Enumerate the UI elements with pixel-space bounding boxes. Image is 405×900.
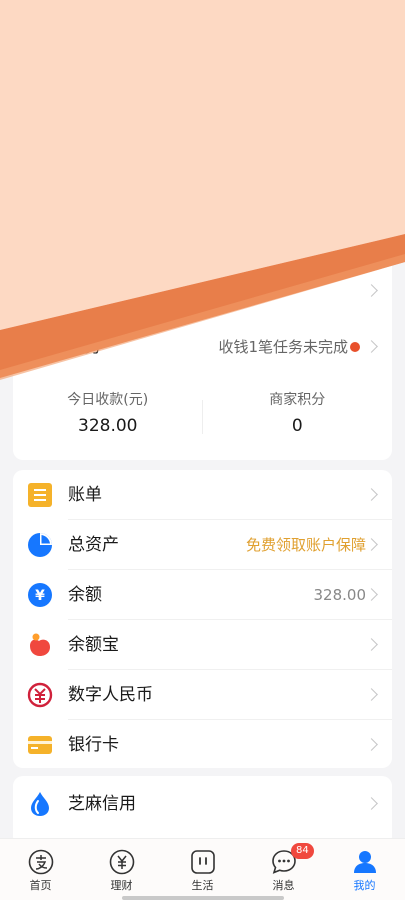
tab-label: 理财: [110, 879, 133, 892]
home-indicator[interactable]: [122, 896, 284, 900]
bottom-tab-bar: 首页 理财 生活 84 消息 我的: [0, 838, 405, 900]
menu-item-balance[interactable]: ¥ 余额 328.00: [13, 570, 392, 620]
menu-item-bill[interactable]: 账单: [13, 470, 392, 520]
tab-profile[interactable]: 我的: [324, 839, 405, 895]
menu-item-bank-card[interactable]: 银行卡: [13, 720, 392, 770]
merchant-service-title: 商家服务: [33, 337, 101, 357]
sesame-credit-icon: [31, 792, 49, 816]
menu-item-label: 银行卡: [68, 735, 119, 755]
menu-item-yuebao[interactable]: 余额宝: [13, 620, 392, 670]
tab-home[interactable]: 首页: [0, 839, 81, 895]
tab-label: 生活: [191, 879, 214, 892]
tab-label: 我的: [353, 879, 376, 892]
menu-item-label: 账单: [68, 485, 102, 505]
tab-label: 首页: [29, 879, 52, 892]
chevron-right-icon: [365, 538, 378, 551]
merchant-stats: 今日收款(元) 328.00 商家积分 0: [13, 390, 392, 440]
bank-card-icon: [28, 736, 52, 754]
svg-text:¥: ¥: [35, 588, 45, 604]
pie-chart-icon: [28, 533, 52, 557]
menu-item-label: 芝麻信用: [68, 794, 136, 814]
insurance-promo-link[interactable]: 免费领取账户保障: [246, 520, 366, 570]
chevron-right-icon: [365, 284, 378, 297]
tab-messages[interactable]: 84 消息: [243, 839, 324, 895]
page-content: 商家服务 收钱1笔任务未完成 今日收款(元) 328.00 商家积分 0 账单 …: [0, 0, 405, 840]
yuan-coin-icon: ¥: [28, 583, 52, 607]
assets-menu-card: 账单 总资产 免费领取账户保障 ¥ 余额 328.00 余额宝 数字人民币 银行…: [13, 470, 392, 768]
stat-merchant-points[interactable]: 商家积分 0: [203, 390, 393, 440]
chevron-right-icon: [365, 738, 378, 751]
tab-finance[interactable]: 理财: [81, 839, 162, 895]
menu-item-label: 余额宝: [68, 635, 119, 655]
tab-label: 消息: [272, 879, 295, 892]
merchant-service-card[interactable]: 商家服务 收钱1笔任务未完成 今日收款(元) 328.00 商家积分 0: [13, 240, 392, 460]
chevron-right-icon: [365, 797, 378, 810]
merchant-task-status: 收钱1笔任务未完成: [218, 338, 348, 356]
merchant-service-row[interactable]: 商家服务 收钱1笔任务未完成: [13, 332, 392, 362]
menu-item-label: 数字人民币: [68, 685, 153, 705]
menu-item-sesame-credit[interactable]: 芝麻信用: [13, 779, 392, 829]
stat-today-income[interactable]: 今日收款(元) 328.00: [13, 390, 203, 440]
tab-life[interactable]: 生活: [162, 839, 243, 895]
stat-label: 今日收款(元): [67, 392, 149, 408]
menu-item-label: 余额: [68, 585, 102, 605]
life-icon: [191, 850, 215, 874]
alipay-home-icon: [28, 849, 54, 875]
stat-label: 商家积分: [269, 392, 326, 408]
sesame-credit-card: 芝麻信用: [13, 776, 392, 840]
bill-icon: [28, 483, 52, 507]
menu-item-digital-rmb[interactable]: 数字人民币: [13, 670, 392, 720]
balance-amount: 328.00: [313, 586, 367, 604]
chevron-right-icon: [365, 688, 378, 701]
finance-yuan-icon: [109, 849, 135, 875]
menu-item-label: 总资产: [68, 535, 119, 555]
unread-badge: 84: [291, 843, 314, 859]
yuebao-icon: [30, 633, 50, 656]
chevron-right-icon: [365, 488, 378, 501]
stat-value: 0: [291, 416, 303, 436]
chevron-right-icon: [365, 638, 378, 651]
chevron-right-icon: [365, 588, 378, 601]
digital-rmb-icon: [27, 682, 53, 708]
profile-icon: [354, 851, 376, 873]
notification-dot: [350, 342, 360, 352]
chevron-right-icon: [365, 340, 378, 353]
menu-item-total-assets[interactable]: 总资产 免费领取账户保障: [13, 520, 392, 570]
stat-value: 328.00: [78, 416, 138, 436]
